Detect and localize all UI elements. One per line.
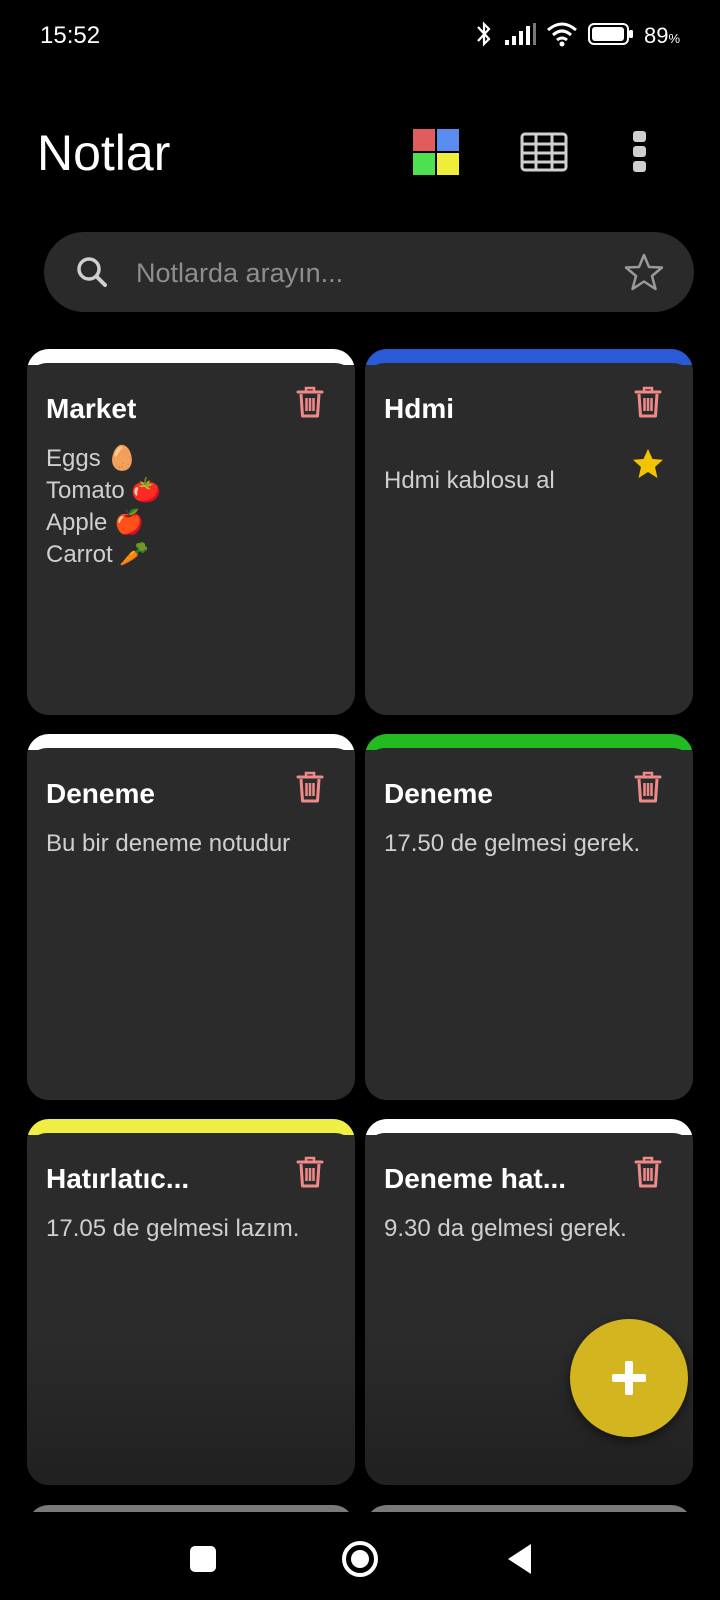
search-icon [77, 257, 107, 287]
recents-button[interactable] [179, 1535, 227, 1583]
note-text: Eggs 🥚 Tomato 🍅 Apple 🍎 Carrot 🥕 [46, 445, 162, 568]
grid-view-icon [520, 132, 568, 172]
note-body: Market Eggs 🥚 Tomato 🍅 Apple 🍎 Carrot 🥕 [27, 363, 355, 715]
note-title: Deneme [46, 778, 155, 809]
note-title: Deneme [384, 778, 493, 809]
note-body: Hatırlatıc... 17.05 de gelmesi lazım. [27, 1133, 355, 1485]
add-note-button[interactable] [570, 1319, 688, 1437]
note-body: Hdmi Hdmi kablosu al [365, 363, 693, 715]
note-body: Deneme Bu bir deneme notudur [27, 748, 355, 1100]
note-card[interactable]: Deneme 17.50 de gelmesi gerek. [365, 734, 693, 1100]
trash-icon[interactable] [295, 770, 325, 804]
note-body: Deneme 17.50 de gelmesi gerek. [365, 748, 693, 1100]
back-icon [508, 1544, 531, 1574]
trash-icon[interactable] [295, 385, 325, 419]
trash-icon[interactable] [633, 385, 663, 419]
note-title: Deneme hat... [384, 1163, 567, 1194]
note-text: 17.05 de gelmesi lazım. [46, 1215, 300, 1242]
battery-level: 89% [644, 23, 680, 49]
home-button[interactable] [336, 1535, 384, 1583]
battery-icon [587, 22, 634, 51]
wifi-icon [546, 21, 578, 52]
signal-icon [504, 22, 536, 51]
note-card[interactable]: Hdmi Hdmi kablosu al [365, 349, 693, 715]
back-button[interactable] [496, 1535, 544, 1583]
note-text: 9.30 da gelmesi gerek. [384, 1215, 627, 1242]
home-icon [342, 1541, 378, 1577]
note-text: 17.50 de gelmesi gerek. [384, 830, 641, 857]
battery-unit: % [668, 31, 680, 46]
note-card[interactable]: Deneme Bu bir deneme notudur [27, 734, 355, 1100]
page-title: Notlar [37, 125, 171, 181]
status-time: 15:52 [40, 22, 101, 49]
favorites-filter-star-icon[interactable] [624, 252, 664, 292]
color-filter-icon [413, 129, 459, 175]
search-input[interactable] [134, 232, 608, 314]
note-title: Hdmi [384, 393, 454, 424]
note-title: Market [46, 393, 137, 424]
trash-icon[interactable] [633, 1155, 663, 1189]
note-text: Hdmi kablosu al [384, 467, 555, 494]
note-card[interactable]: Market Eggs 🥚 Tomato 🍅 Apple 🍎 Carrot 🥕 [27, 349, 355, 715]
search-bar[interactable] [44, 232, 694, 314]
more-vertical-icon [633, 131, 646, 172]
grid-view-button[interactable] [518, 126, 570, 178]
trash-icon[interactable] [295, 1155, 325, 1189]
recents-icon [190, 1546, 216, 1572]
more-options-button[interactable] [618, 126, 662, 178]
note-text: Bu bir deneme notudur [46, 830, 291, 857]
color-filter-button[interactable] [410, 126, 462, 178]
trash-icon[interactable] [633, 770, 663, 804]
note-title: Hatırlatıc... [46, 1163, 190, 1194]
status-bar: 15:52 89% [0, 0, 720, 72]
note-card[interactable]: Hatırlatıc... 17.05 de gelmesi lazım. [27, 1119, 355, 1485]
battery-percent: 89 [643, 23, 669, 48]
bluetooth-icon [474, 20, 494, 53]
plus-icon [612, 1361, 646, 1395]
status-icons: 89% [474, 18, 680, 54]
